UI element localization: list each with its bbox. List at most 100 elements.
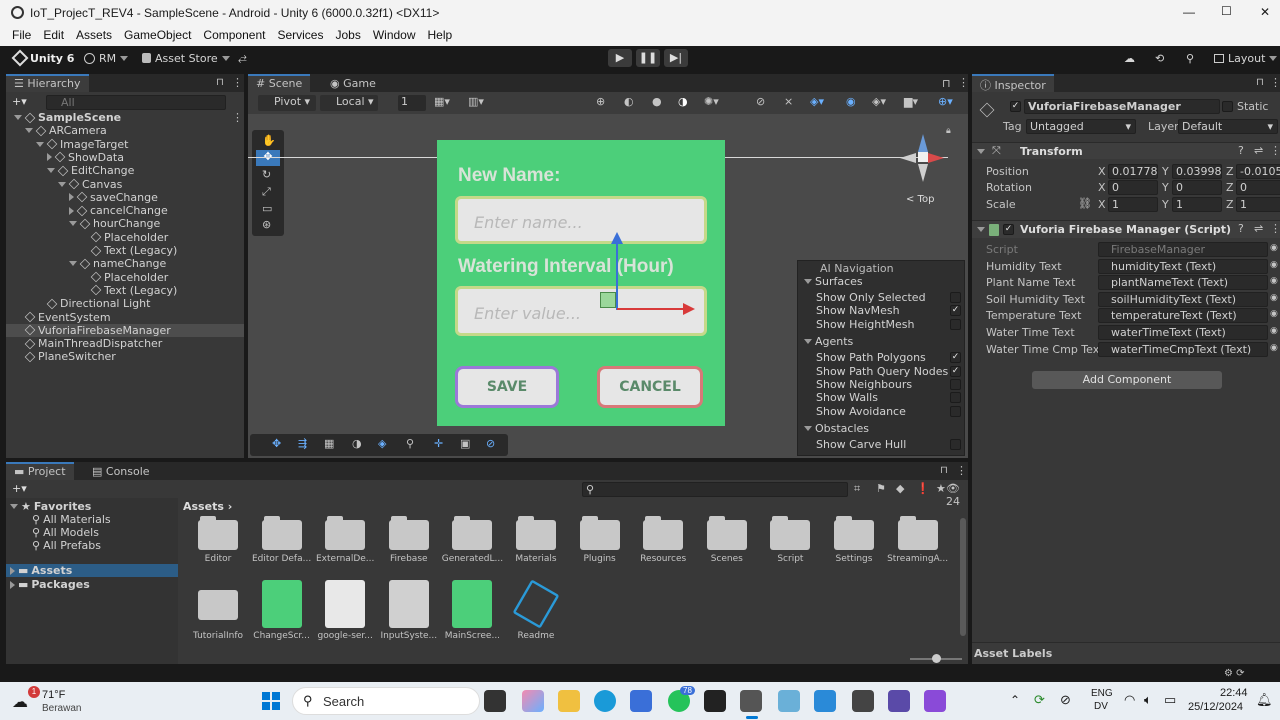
readme-icon[interactable] (512, 579, 560, 629)
object-picker-icon[interactable]: ◉ (1270, 293, 1278, 303)
object-picker-icon[interactable]: ◉ (1270, 326, 1278, 336)
option-checkbox[interactable] (950, 392, 961, 404)
grid-snap-icon[interactable]: ▦▾ (434, 95, 450, 108)
rotation-y-field[interactable]: 0 (1172, 180, 1222, 195)
tab-inspector[interactable]: ⓘ Inspector (972, 74, 1054, 92)
hand-tool-icon[interactable]: ✋ (262, 134, 276, 147)
rotation-x-field[interactable]: 0 (1108, 180, 1158, 195)
overlay-grid-icon[interactable]: ▦ (324, 437, 334, 450)
terminal-icon[interactable] (704, 690, 726, 712)
menu-help[interactable]: Help (422, 26, 459, 46)
position-z-field[interactable]: -0.01055 (1236, 164, 1280, 179)
visual-studio-icon[interactable] (924, 690, 946, 712)
lighting-icon[interactable]: ✺▾ (704, 95, 719, 108)
unity-hub-icon[interactable] (740, 690, 762, 712)
folder-icon[interactable] (452, 516, 493, 550)
snap-increment-icon[interactable]: ▥▾ (468, 95, 484, 108)
local-dropdown[interactable]: Local ▾ (320, 95, 378, 111)
clock-date[interactable]: 25/12/2024 (1188, 701, 1243, 713)
favorites-header[interactable]: ★ Favorites (10, 500, 91, 513)
option-checkbox[interactable] (950, 379, 961, 390)
scene-options-icon[interactable]: ⋮ (232, 111, 243, 124)
script-component-header[interactable]: ✓ Vuforia Firebase Manager (Script) ? ⇌ … (972, 220, 1280, 238)
volume-icon[interactable]: 🔈︎ (1144, 692, 1152, 708)
chevron-down-icon[interactable] (47, 168, 55, 174)
chevron-down-icon[interactable] (25, 128, 33, 134)
hierarchy-search-input[interactable]: All (46, 95, 226, 110)
hierarchy-item[interactable]: Directional Light (36, 297, 150, 310)
interval-input[interactable]: Enter value... (455, 286, 707, 336)
lock-icon[interactable]: ⊓ (216, 77, 224, 88)
asset-store-button[interactable]: Asset Store (142, 49, 230, 67)
chevron-down-icon[interactable] (36, 141, 44, 147)
hierarchy-item[interactable]: ShowData (47, 151, 124, 164)
weather-widget[interactable]: ☁ 1 71°F Berawan (12, 686, 132, 716)
hierarchy-item[interactable]: EventSystem (14, 311, 111, 324)
input-system-icon[interactable] (388, 580, 429, 628)
object-picker-icon[interactable]: ◉ (1270, 343, 1278, 353)
vertical-scrollbar[interactable] (960, 518, 966, 636)
more-options-icon[interactable]: ⋮ (232, 76, 243, 89)
store-icon[interactable] (630, 690, 652, 712)
hierarchy-item[interactable]: Text (Legacy) (80, 244, 177, 257)
chevron-down-icon[interactable] (69, 221, 77, 227)
option-checkbox[interactable] (950, 292, 961, 303)
help-icon[interactable]: ? (1238, 222, 1244, 235)
step-button[interactable]: ▶| (664, 49, 688, 67)
tab-console[interactable]: ▤ Console (84, 462, 158, 480)
tree-packages[interactable]: ▬ Packages (10, 578, 90, 591)
hierarchy-item[interactable]: Canvas (58, 178, 122, 191)
move-tool-icon[interactable]: ✥ (256, 150, 280, 166)
tag-dropdown[interactable]: Untagged ▾ (1026, 119, 1136, 134)
folder-icon[interactable] (516, 516, 556, 550)
hierarchy-item[interactable]: SampleScene (14, 111, 121, 124)
option-checkbox[interactable]: ✓ (950, 365, 961, 377)
minimize-button[interactable]: — (1183, 5, 1195, 19)
tray-refresh-icon[interactable]: ⟳ (1034, 692, 1045, 708)
agents-header[interactable]: Agents (804, 335, 853, 348)
scale-x-field[interactable]: 1 (1108, 197, 1158, 212)
play-button[interactable]: ▶ (608, 49, 632, 67)
audio-icon[interactable]: ⨯ (784, 95, 793, 108)
hierarchy-item[interactable]: PlaneSwitcher (14, 350, 116, 363)
version-control-button[interactable]: ⥄ (238, 49, 247, 67)
zoom-slider-handle[interactable] (932, 654, 941, 663)
folder-icon[interactable] (643, 516, 684, 550)
copilot-icon[interactable] (522, 690, 544, 712)
script-field-value[interactable]: waterTimeCmpText (Text) (1098, 341, 1268, 357)
hierarchy-item[interactable]: ARCamera (25, 124, 107, 137)
visibility-icon[interactable]: ◉ (846, 95, 856, 108)
surfaces-header[interactable]: Surfaces (804, 275, 863, 288)
hierarchy-item[interactable]: ImageTarget (36, 138, 128, 151)
folder-icon[interactable] (579, 516, 620, 550)
edge-icon[interactable] (594, 690, 616, 712)
lang-top[interactable]: ENG (1091, 688, 1113, 699)
folder-icon[interactable] (706, 516, 747, 550)
tab-hierarchy[interactable]: ☰ Hierarchy (6, 74, 89, 92)
create-asset-button[interactable]: +▾ (12, 482, 27, 495)
transform-tool-icon[interactable]: ⊛ (262, 218, 271, 231)
component-menu-icon[interactable]: ⋮ (1270, 222, 1280, 235)
global-icon[interactable]: ⊕ (596, 95, 605, 108)
tab-scene[interactable]: # Scene (248, 74, 311, 92)
search-icon[interactable]: ⚲ (1186, 49, 1194, 67)
obstacles-header[interactable]: Obstacles (804, 422, 869, 435)
more-options-icon[interactable]: ⋮ (1270, 76, 1280, 89)
menu-gameobject[interactable]: GameObject (118, 26, 197, 46)
overlay-sphere-icon[interactable]: ◑ (352, 437, 362, 450)
layout-dropdown[interactable]: Layout (1214, 49, 1278, 67)
filter-type-icon[interactable]: ⌗ (854, 482, 860, 496)
pivot-dropdown[interactable]: Pivot ▾ (258, 95, 316, 111)
lock-icon[interactable]: ⊓ (940, 465, 948, 476)
overlay-transform-icon[interactable]: ✥ (272, 437, 281, 450)
overlay-search-icon[interactable]: ⚲ (406, 437, 414, 450)
rotate-tool-icon[interactable]: ↻ (262, 168, 271, 181)
start-button[interactable] (262, 692, 280, 710)
script-field-value[interactable]: waterTimeText (Text) (1098, 325, 1268, 340)
scale-y-field[interactable]: 1 (1172, 197, 1222, 212)
breadcrumb[interactable]: Assets › (183, 500, 232, 513)
hierarchy-item[interactable]: cancelChange (69, 204, 168, 217)
preset-icon[interactable]: ⇌ (1254, 144, 1263, 157)
chevron-right-icon[interactable] (69, 206, 74, 215)
cloud-icon[interactable]: ☁ (1124, 49, 1135, 67)
